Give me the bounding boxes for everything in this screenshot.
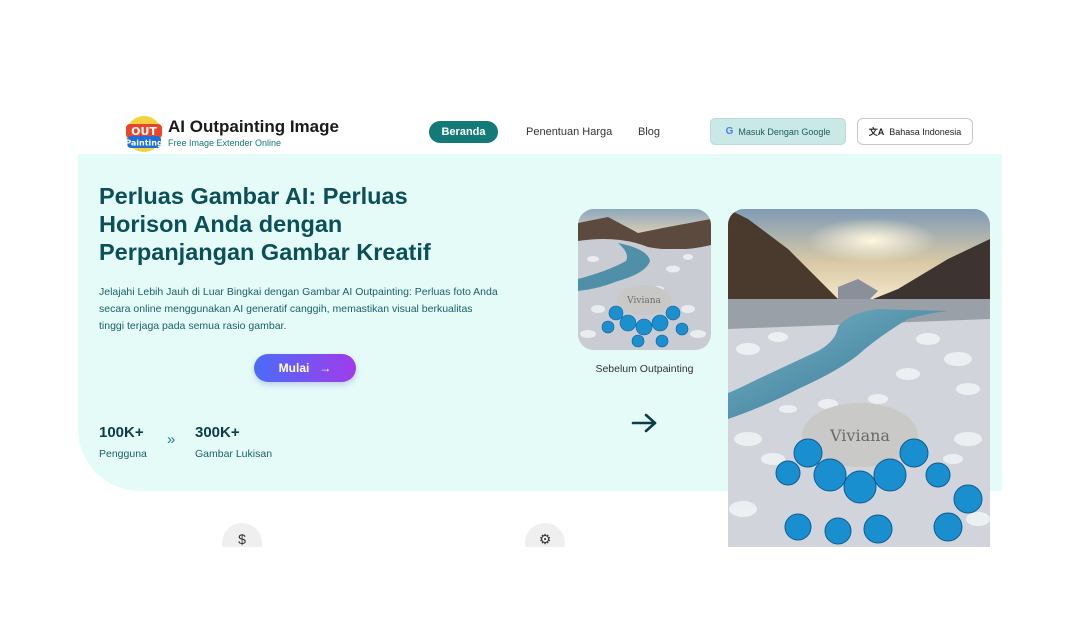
brand-title[interactable]: AI Outpainting Image: [168, 117, 339, 137]
google-login-label: Masuk Dengan Google: [738, 126, 831, 137]
logo-icon[interactable]: OUT Painting: [124, 114, 164, 154]
google-login-button[interactable]: G Masuk Dengan Google: [710, 118, 846, 145]
brand-subtitle: Free Image Extender Online: [168, 138, 282, 148]
before-outpainting-caption: Sebelum Outpainting: [595, 363, 694, 375]
before-outpainting-image: Viviana: [578, 209, 711, 350]
language-label: Bahasa Indonesia: [889, 126, 962, 137]
stat-images-label: Gambar Lukisan: [195, 448, 273, 460]
nav-pricing-link[interactable]: Penentuan Harga: [526, 126, 612, 138]
stat-users-value: 100K+: [99, 424, 144, 441]
nav-blog-link[interactable]: Blog: [638, 126, 660, 138]
stone-text: Viviana: [829, 426, 890, 445]
stat-users-label: Pengguna: [99, 448, 147, 460]
double-chevron-icon: »: [167, 431, 176, 448]
after-outpainting-image: Viviana: [728, 209, 990, 547]
dollar-icon: $: [238, 531, 246, 547]
page: OUT Painting AI Outpainting Image Free I…: [0, 0, 1080, 617]
stat-images-value: 300K+: [195, 424, 240, 441]
pricing-feature-icon: $: [222, 523, 262, 547]
google-icon: G: [725, 126, 734, 137]
stone-text: Viviana: [626, 296, 661, 306]
nav-home-link[interactable]: Beranda: [429, 121, 498, 143]
logo-text-bottom: Painting: [125, 139, 163, 148]
site-header: OUT Painting AI Outpainting Image Free I…: [0, 108, 1080, 154]
ai-feature-icon: ⚙: [525, 523, 565, 547]
brain-icon: ⚙: [538, 530, 552, 547]
language-selector-button[interactable]: 文A Bahasa Indonesia: [857, 118, 973, 145]
page-bottom-blank: [0, 547, 1080, 617]
start-button[interactable]: Mulai →: [254, 354, 356, 382]
arrow-right-icon: [631, 412, 659, 434]
start-button-label: Mulai: [278, 361, 310, 375]
arrow-right-icon: →: [319, 361, 332, 375]
logo-text-top: OUT: [131, 125, 157, 138]
hero-description: Jelajahi Lebih Jauh di Luar Bingkai deng…: [99, 286, 498, 332]
translate-icon: 文A: [868, 127, 885, 137]
hero-title: Perluas Gambar AI: Perluas Horison Anda …: [99, 183, 431, 265]
